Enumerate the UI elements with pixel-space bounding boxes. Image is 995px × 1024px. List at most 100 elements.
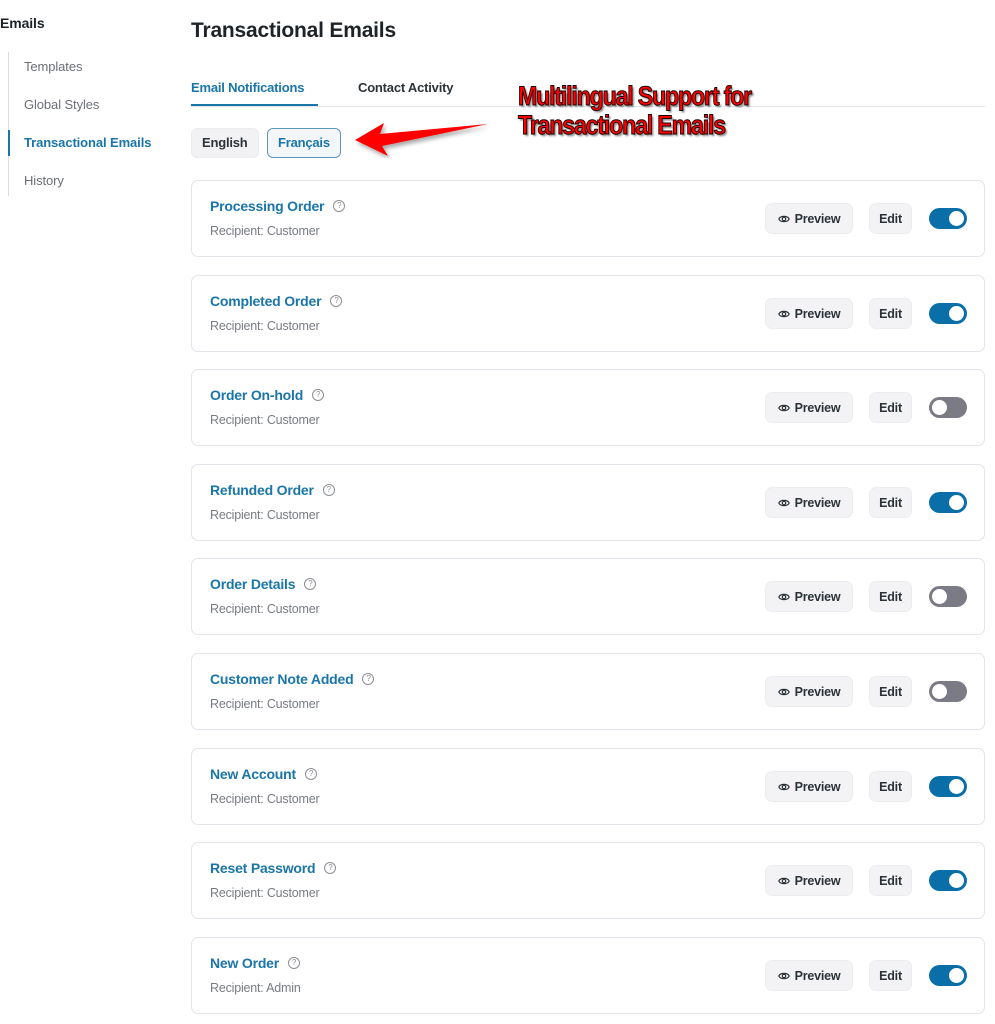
email-title-link[interactable]: Reset Password ? [210, 860, 337, 876]
edit-button[interactable]: Edit [869, 960, 912, 991]
eye-icon [777, 877, 790, 884]
email-title: Customer Note Added [210, 671, 354, 687]
edit-label: Edit [879, 495, 902, 510]
preview-button[interactable]: Preview [765, 865, 853, 896]
page-title: Transactional Emails [191, 19, 396, 42]
edit-label: Edit [879, 589, 902, 604]
preview-button[interactable]: Preview [765, 771, 853, 802]
email-recipient: Recipient: Customer [210, 508, 320, 522]
email-title-link[interactable]: New Account ? [210, 766, 317, 782]
sidebar-item-global-styles[interactable]: Global Styles [8, 92, 168, 118]
email-recipient: Recipient: Customer [210, 886, 320, 900]
email-title: Completed Order [210, 293, 322, 309]
eye-icon [777, 783, 790, 790]
eye-icon [777, 688, 790, 695]
email-recipient: Recipient: Customer [210, 602, 320, 616]
email-recipient: Recipient: Customer [210, 224, 320, 238]
help-circle-icon[interactable]: ? [330, 295, 343, 307]
preview-button[interactable]: Preview [765, 676, 853, 707]
edit-button[interactable]: Edit [869, 676, 912, 707]
help-circle-icon[interactable]: ? [288, 957, 300, 969]
enable-toggle[interactable] [929, 776, 967, 797]
annotation-arrow-icon [355, 123, 488, 156]
email-title-link[interactable]: Processing Order ? [210, 198, 346, 214]
email-title-link[interactable]: Order On-hold ? [210, 387, 325, 403]
preview-label: Preview [794, 968, 841, 983]
edit-label: Edit [879, 684, 902, 699]
eye-icon [777, 593, 790, 600]
email-card: Processing Order ? Recipient: Customer P… [191, 180, 985, 257]
email-title-link[interactable]: Customer Note Added ? [210, 671, 375, 687]
email-recipient: Recipient: Customer [210, 697, 320, 711]
email-title: New Order [210, 955, 279, 971]
enable-toggle[interactable] [929, 208, 967, 229]
enable-toggle[interactable] [929, 586, 967, 607]
enable-toggle[interactable] [929, 492, 967, 513]
email-recipient: Recipient: Customer [210, 413, 320, 427]
eye-icon [777, 310, 790, 317]
email-card: Refunded Order ? Recipient: Customer Pre… [191, 464, 985, 541]
email-card: New Account ? Recipient: Customer Previe… [191, 748, 985, 825]
edit-button[interactable]: Edit [869, 865, 912, 896]
toggle-knob [932, 684, 947, 699]
preview-button[interactable]: Preview [765, 960, 853, 991]
eye-icon [777, 404, 790, 411]
enable-toggle[interactable] [929, 397, 967, 418]
preview-button[interactable]: Preview [765, 203, 853, 234]
enable-toggle[interactable] [929, 870, 967, 891]
sidebar-item-transactional-emails[interactable]: Transactional Emails [8, 130, 168, 156]
help-circle-icon[interactable]: ? [304, 578, 317, 590]
edit-button[interactable]: Edit [869, 298, 912, 329]
email-card: Reset Password ? Recipient: Customer Pre… [191, 842, 985, 919]
help-circle-icon[interactable]: ? [322, 484, 335, 496]
help-circle-icon[interactable]: ? [312, 389, 325, 401]
enable-toggle[interactable] [929, 681, 967, 702]
preview-button[interactable]: Preview [765, 392, 853, 423]
edit-label: Edit [879, 873, 902, 888]
eye-icon [777, 499, 790, 506]
email-title-link[interactable]: Completed Order ? [210, 293, 343, 309]
edit-button[interactable]: Edit [869, 771, 912, 802]
preview-button[interactable]: Preview [765, 298, 853, 329]
email-card: New Order ? Recipient: Admin Preview Edi… [191, 937, 985, 1014]
sidebar-item-templates[interactable]: Templates [8, 54, 168, 80]
preview-label: Preview [794, 873, 841, 888]
toggle-knob [949, 495, 964, 510]
sidebar-item-history[interactable]: History [8, 168, 168, 194]
help-circle-icon[interactable]: ? [362, 673, 375, 685]
tab-contact-activity[interactable]: Contact Activity [358, 76, 453, 106]
preview-label: Preview [794, 306, 841, 321]
preview-label: Preview [794, 779, 841, 794]
help-circle-icon[interactable]: ? [333, 200, 346, 212]
edit-label: Edit [879, 211, 902, 226]
annotation-text: Multilingual Support for Transactional E… [518, 81, 753, 140]
preview-button[interactable]: Preview [765, 581, 853, 612]
email-card: Order Details ? Recipient: Customer Prev… [191, 558, 985, 635]
preview-button[interactable]: Preview [765, 487, 853, 518]
tab-email-notifications[interactable]: Email Notifications [191, 76, 318, 106]
email-title: Reset Password [210, 860, 316, 876]
email-card: Completed Order ? Recipient: Customer Pr… [191, 275, 985, 352]
language-english-button[interactable]: English [191, 128, 259, 158]
edit-button[interactable]: Edit [869, 581, 912, 612]
email-title-link[interactable]: Order Details ? [210, 576, 317, 592]
language-french-button[interactable]: Français [267, 128, 341, 158]
edit-label: Edit [879, 968, 902, 983]
help-circle-icon[interactable]: ? [324, 862, 337, 874]
email-title: Order On-hold [210, 387, 304, 403]
preview-label: Preview [794, 400, 841, 415]
toggle-knob [949, 779, 964, 794]
enable-toggle[interactable] [929, 303, 967, 324]
email-title: Processing Order [210, 198, 325, 214]
email-title-link[interactable]: Refunded Order ? [210, 482, 335, 498]
email-title-link[interactable]: New Order ? [210, 955, 300, 971]
enable-toggle[interactable] [929, 965, 967, 986]
preview-label: Preview [794, 495, 841, 510]
toggle-knob [949, 306, 964, 321]
edit-button[interactable]: Edit [869, 392, 912, 423]
help-circle-icon[interactable]: ? [304, 768, 317, 780]
toggle-knob [949, 873, 964, 888]
edit-button[interactable]: Edit [869, 487, 912, 518]
edit-button[interactable]: Edit [869, 203, 912, 234]
sidebar-title: Emails [0, 15, 45, 31]
